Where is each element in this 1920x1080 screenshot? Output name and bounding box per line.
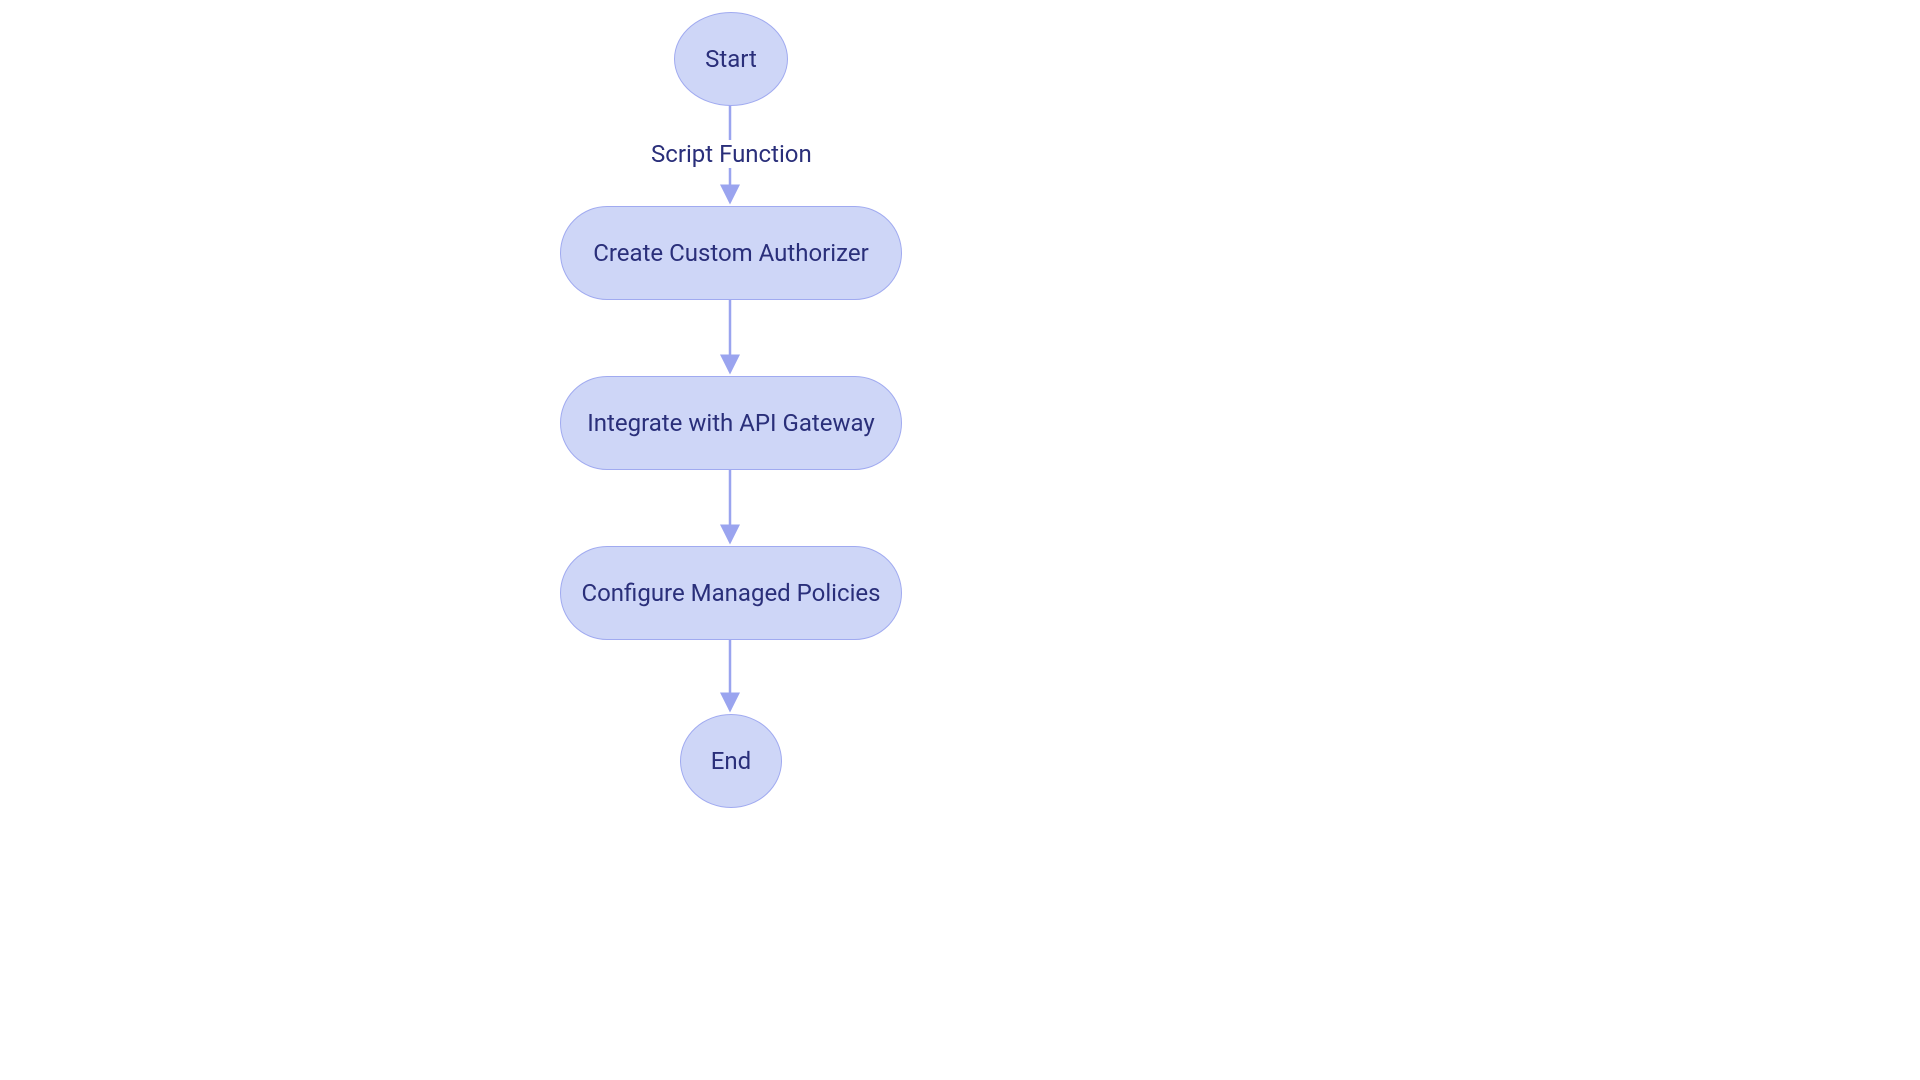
node-integrate-api-gateway: Integrate with API Gateway bbox=[560, 376, 902, 470]
node-integrate-label: Integrate with API Gateway bbox=[587, 409, 875, 437]
node-end: End bbox=[680, 714, 782, 808]
flowchart-canvas: Script Function Start Create Custom Auth… bbox=[0, 0, 1920, 1080]
edge-label-script-function: Script Function bbox=[645, 140, 818, 168]
node-create-custom-authorizer: Create Custom Authorizer bbox=[560, 206, 902, 300]
node-start-label: Start bbox=[705, 45, 757, 73]
node-configure-managed-policies: Configure Managed Policies bbox=[560, 546, 902, 640]
connectors-layer bbox=[0, 0, 1920, 1080]
node-create-label: Create Custom Authorizer bbox=[593, 239, 868, 267]
node-end-label: End bbox=[711, 747, 751, 775]
node-configure-label: Configure Managed Policies bbox=[581, 579, 880, 607]
node-start: Start bbox=[674, 12, 788, 106]
